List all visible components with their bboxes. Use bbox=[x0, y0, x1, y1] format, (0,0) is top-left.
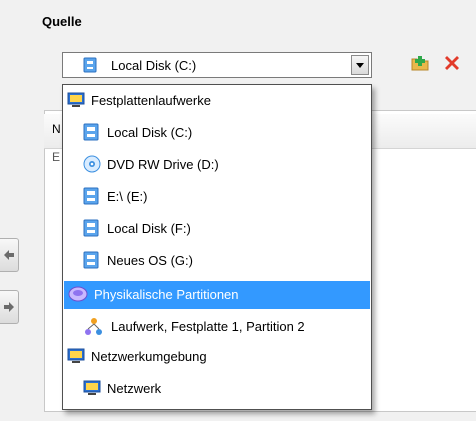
drive-dropdown-list[interactable]: Festplattenlaufwerke Local Disk (C:) DVD… bbox=[62, 84, 372, 410]
drive-icon bbox=[83, 123, 99, 151]
computer-icon bbox=[67, 91, 85, 119]
dropdown-item-label: Physikalische Partitionen bbox=[94, 287, 239, 302]
dvd-icon bbox=[83, 155, 101, 183]
dropdown-item-label: DVD RW Drive (D:) bbox=[107, 157, 219, 172]
dropdown-item-label: Local Disk (F:) bbox=[107, 221, 191, 236]
source-panel: Quelle N E Local Disk (C:) Festplattenla… bbox=[0, 0, 476, 421]
folder-add-icon bbox=[411, 56, 429, 71]
computer-icon bbox=[83, 379, 101, 407]
dropdown-item-label: Local Disk (C:) bbox=[107, 125, 193, 140]
source-drive-combobox[interactable]: Local Disk (C:) bbox=[62, 52, 372, 78]
move-right-button[interactable] bbox=[0, 290, 19, 324]
drive-icon bbox=[83, 251, 99, 279]
combobox-dropdown-button[interactable] bbox=[351, 55, 369, 75]
dropdown-item-label: Festplattenlaufwerke bbox=[91, 93, 211, 108]
list-header-column[interactable]: N bbox=[52, 122, 61, 136]
dropdown-item-label: Netzwerk bbox=[107, 381, 162, 396]
computer-icon bbox=[67, 347, 85, 375]
list-item[interactable]: E bbox=[52, 150, 60, 164]
combobox-value: Local Disk (C:) bbox=[111, 58, 197, 73]
arrow-left-icon bbox=[4, 250, 14, 260]
dropdown-item-physikalische-partitionen[interactable]: Physikalische Partitionen bbox=[64, 281, 370, 309]
dropdown-item-label: E:\ (E:) bbox=[107, 189, 148, 204]
delete-button[interactable] bbox=[442, 53, 462, 73]
add-folder-button[interactable] bbox=[410, 53, 430, 73]
source-group-label: Quelle bbox=[42, 14, 82, 29]
dropdown-item-label: Netzwerkumgebung bbox=[91, 349, 207, 364]
delete-icon bbox=[445, 56, 459, 70]
dropdown-item-label: Neues OS (G:) bbox=[107, 253, 193, 268]
drive-icon bbox=[83, 187, 99, 215]
arrow-right-icon bbox=[4, 302, 14, 312]
drive-icon bbox=[83, 57, 97, 76]
drive-icon bbox=[83, 219, 99, 247]
partition-icon bbox=[68, 285, 88, 313]
move-left-button[interactable] bbox=[0, 238, 19, 272]
dropdown-item-label: Laufwerk, Festplatte 1, Partition 2 bbox=[111, 319, 305, 334]
